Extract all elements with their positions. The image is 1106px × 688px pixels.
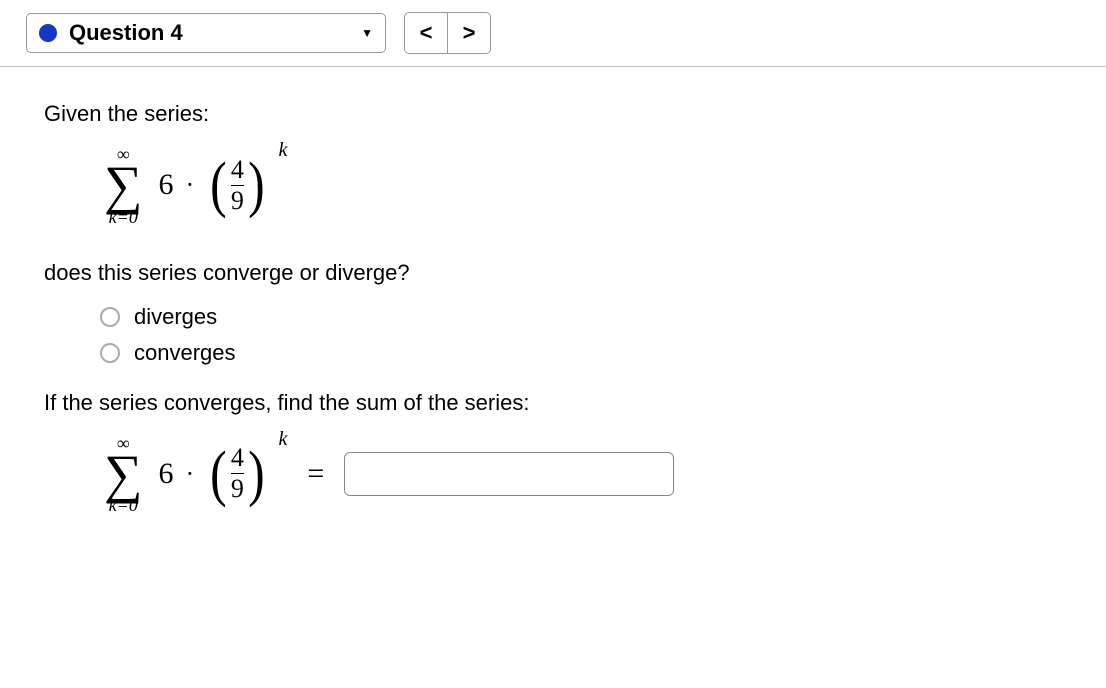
series-formula: ∞ ∑ k=0 6 · ( 4 9 ) k	[104, 145, 1062, 226]
sigma-index-start: 0	[129, 495, 138, 515]
fraction-numerator: 4	[231, 157, 244, 185]
nav-button-group: < >	[404, 12, 491, 54]
sigma-symbol: ∑	[104, 450, 143, 499]
next-question-button[interactable]: >	[447, 12, 491, 54]
radio-icon	[100, 343, 120, 363]
sigma-notation: ∞ ∑ k=0	[104, 434, 143, 515]
question-content: Given the series: ∞ ∑ k=0 6 · ( 4 9 ) k …	[0, 67, 1106, 578]
sigma-index-var: k	[109, 207, 117, 227]
multiply-dot: ·	[186, 170, 195, 200]
coefficient: 6	[159, 457, 174, 491]
right-paren: )	[248, 159, 265, 212]
exponent: k	[278, 428, 287, 451]
chevron-right-icon: >	[463, 20, 476, 46]
sigma-symbol: ∑	[104, 161, 143, 210]
fraction-denominator: 9	[231, 474, 244, 502]
option-label: diverges	[134, 304, 217, 330]
sigma-notation: ∞ ∑ k=0	[104, 145, 143, 226]
sigma-index-start: 0	[129, 207, 138, 227]
right-paren: )	[248, 448, 265, 501]
sigma-lower-bound: k=0	[109, 496, 138, 514]
left-paren: (	[210, 448, 227, 501]
fraction-denominator: 9	[231, 186, 244, 214]
radio-options: diverges converges	[100, 304, 1062, 366]
sigma-index-eq: =	[117, 495, 129, 515]
coefficient: 6	[159, 168, 174, 202]
sum-answer-input[interactable]	[344, 452, 674, 496]
status-dot-icon	[39, 24, 57, 42]
series-sum-formula: ∞ ∑ k=0 6 · ( 4 9 ) k =	[104, 434, 1062, 515]
chevron-left-icon: <	[420, 20, 433, 46]
question-selector[interactable]: Question 4 ▼	[26, 13, 386, 53]
fraction: 4 9	[229, 157, 246, 214]
exponent: k	[278, 139, 287, 162]
chevron-down-icon: ▼	[361, 26, 373, 40]
prompt-find-sum: If the series converges, find the sum of…	[44, 390, 1062, 416]
equals-sign: =	[307, 457, 324, 491]
prompt-converge-diverge: does this series converge or diverge?	[44, 260, 1062, 286]
radio-icon	[100, 307, 120, 327]
sigma-index-var: k	[109, 495, 117, 515]
prev-question-button[interactable]: <	[404, 12, 448, 54]
multiply-dot: ·	[186, 459, 195, 489]
sigma-index-eq: =	[117, 207, 129, 227]
prompt-given-series: Given the series:	[44, 101, 1062, 127]
paren-fraction: ( 4 9 )	[208, 157, 266, 214]
option-diverges[interactable]: diverges	[100, 304, 1062, 330]
sigma-lower-bound: k=0	[109, 208, 138, 226]
option-converges[interactable]: converges	[100, 340, 1062, 366]
option-label: converges	[134, 340, 236, 366]
fraction: 4 9	[229, 445, 246, 502]
question-label: Question 4	[69, 20, 183, 46]
left-paren: (	[210, 159, 227, 212]
paren-fraction: ( 4 9 )	[208, 445, 266, 502]
fraction-numerator: 4	[231, 445, 244, 473]
